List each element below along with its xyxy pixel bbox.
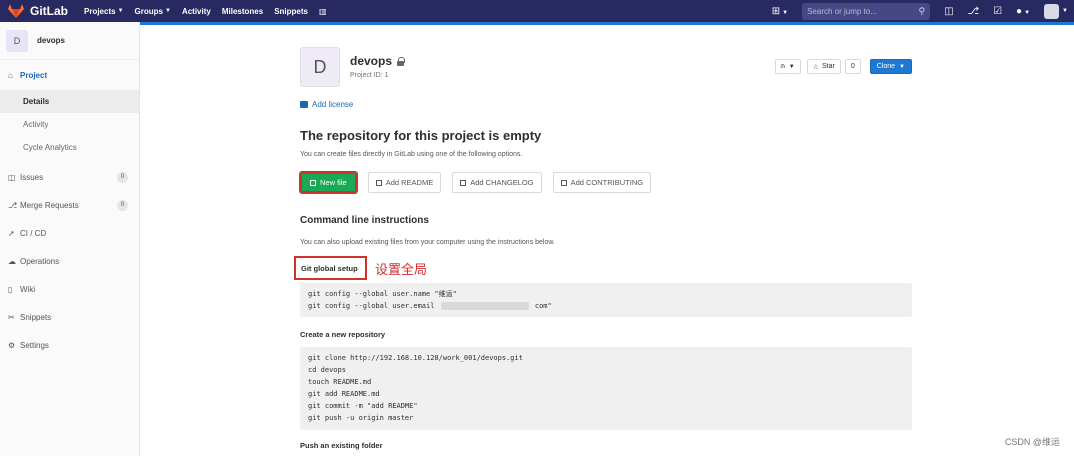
global-setup-code[interactable]: git config --global user.name "维运" git c… <box>300 283 912 317</box>
project-header: D devops Project ID: 1 ⍝ ▼ ☆ Star 0 Clone ▼ <box>300 47 912 91</box>
tanuki-icon <box>8 4 24 18</box>
cli-title: Command line instructions <box>300 215 429 226</box>
nav-activity[interactable]: Activity <box>182 7 211 16</box>
home-icon: ⌂ <box>8 70 13 80</box>
annotation-note: 设置全局 <box>375 263 428 278</box>
sidebar-project-header[interactable]: D devops <box>0 22 139 60</box>
merge-request-icon: ⎇ <box>8 200 18 210</box>
sidebar-item-snippets[interactable]: ✂ Snippets <box>0 303 139 331</box>
sidebar-sub-activity[interactable]: Activity <box>0 113 139 136</box>
plus-square-icon <box>310 179 316 186</box>
lock-icon <box>397 57 406 66</box>
push-folder-heading: Push an existing folder <box>300 441 383 450</box>
scissors-icon: ✂ <box>8 312 15 322</box>
todo-icon[interactable]: ☑ <box>993 6 1002 17</box>
new-file-button[interactable]: New file <box>299 171 358 194</box>
new-repo-heading: Create a new repository <box>300 330 386 339</box>
project-title: devops <box>350 54 406 68</box>
sidebar-project-name: devops <box>37 36 66 45</box>
chevron-down-icon: ▼ <box>117 8 124 14</box>
watermark: CSDN @维运 <box>1004 437 1060 447</box>
star-button[interactable]: ☆ Star <box>806 59 841 74</box>
search-icon: ⚲ <box>918 5 926 16</box>
project-id: Project ID: 1 <box>350 72 389 79</box>
brand-name: GitLab <box>30 4 68 18</box>
cloud-icon: ☁ <box>8 256 16 266</box>
sidebar-item-ci-cd[interactable]: ➚ CI / CD <box>0 219 139 247</box>
file-actions: New file Add README Add CHANGELOG Add CO… <box>299 171 652 194</box>
license-icon <box>300 101 308 108</box>
issues-icon: ◫ <box>8 172 16 182</box>
issues-icon[interactable]: ◫ <box>944 6 953 17</box>
sidebar-item-wiki[interactable]: ▯ Wiki <box>0 275 139 303</box>
project-sidebar: D devops ⌂ Project Details Activity Cycl… <box>0 22 140 456</box>
bell-icon: ⍝ <box>780 62 785 70</box>
add-changelog-button[interactable]: Add CHANGELOG <box>452 172 542 193</box>
rocket-icon: ➚ <box>8 228 15 238</box>
book-icon: ▯ <box>8 284 13 294</box>
user-avatar-icon[interactable] <box>1044 3 1060 19</box>
empty-repo-title: The repository for this project is empty <box>300 128 542 143</box>
merge-request-icon[interactable]: ⎇ <box>968 6 980 17</box>
chevron-down-icon: ▼ <box>788 63 795 70</box>
redacted-email <box>440 302 529 310</box>
new-repo-code[interactable]: git clone http://192.168.10.128/work_001… <box>300 347 912 430</box>
gitlab-logo[interactable]: GitLab <box>8 4 68 18</box>
gear-icon: ⚙ <box>8 340 16 350</box>
sidebar-item-project[interactable]: ⌂ Project <box>0 60 139 90</box>
empty-repo-description: You can create files directly in GitLab … <box>300 151 523 158</box>
help-icon[interactable]: ● ▼ <box>1016 6 1030 17</box>
add-readme-button[interactable]: Add README <box>367 172 442 193</box>
sidebar-item-settings[interactable]: ⚙ Settings <box>0 331 139 359</box>
notification-button[interactable]: ⍝ ▼ <box>774 59 801 74</box>
issues-count-badge: 0 <box>117 171 128 183</box>
sidebar-item-issues[interactable]: ◫ Issues 0 <box>0 163 139 191</box>
top-navbar: GitLab Projects ▼ Groups ▼ Activity Milest… <box>0 0 1074 22</box>
add-contributing-button[interactable]: Add CONTRIBUTING <box>552 172 652 193</box>
sidebar-sub-cycle-analytics[interactable]: Cycle Analytics <box>0 136 139 159</box>
plus-square-icon <box>460 179 467 186</box>
plus-square-icon <box>375 179 382 186</box>
nav-snippets[interactable]: Snippets <box>274 7 308 16</box>
sidebar-item-operations[interactable]: ☁ Operations <box>0 247 139 275</box>
chart-icon[interactable]: ▥ <box>319 7 327 16</box>
star-count[interactable]: 0 <box>844 59 861 74</box>
add-license-link[interactable]: Add license <box>300 100 353 109</box>
main-content: D devops Project ID: 1 ⍝ ▼ ☆ Star 0 Clone ▼… <box>294 47 912 450</box>
clone-button[interactable]: Clone ▼ <box>869 59 912 74</box>
header-accent-line <box>140 22 1074 25</box>
plus-square-icon <box>560 179 567 186</box>
search-input[interactable]: Search or jump to... ⚲ <box>802 2 931 20</box>
sidebar-item-merge-requests[interactable]: ⎇ Merge Requests 0 <box>0 191 139 219</box>
git-global-setup-heading: Git global setup <box>294 256 367 280</box>
chevron-down-icon: ▼ <box>164 8 171 14</box>
sidebar-sub-details[interactable]: Details <box>0 90 139 113</box>
plus-square-icon[interactable]: ⊞ ▼ <box>772 6 788 17</box>
nav-milestones[interactable]: Milestones <box>222 7 263 16</box>
chevron-down-icon[interactable]: ▼ <box>1062 8 1068 14</box>
merge-requests-count-badge: 0 <box>117 199 128 211</box>
cli-description: You can also upload existing files from … <box>300 239 555 246</box>
chevron-down-icon: ▼ <box>899 63 905 70</box>
star-icon: ☆ <box>812 63 819 71</box>
project-actions: ⍝ ▼ ☆ Star 0 Clone ▼ <box>769 59 912 74</box>
nav-projects[interactable]: Projects ▼ <box>84 7 124 16</box>
project-avatar-large: D <box>300 47 340 87</box>
nav-groups[interactable]: Groups ▼ <box>135 7 171 16</box>
project-avatar: D <box>6 29 28 52</box>
